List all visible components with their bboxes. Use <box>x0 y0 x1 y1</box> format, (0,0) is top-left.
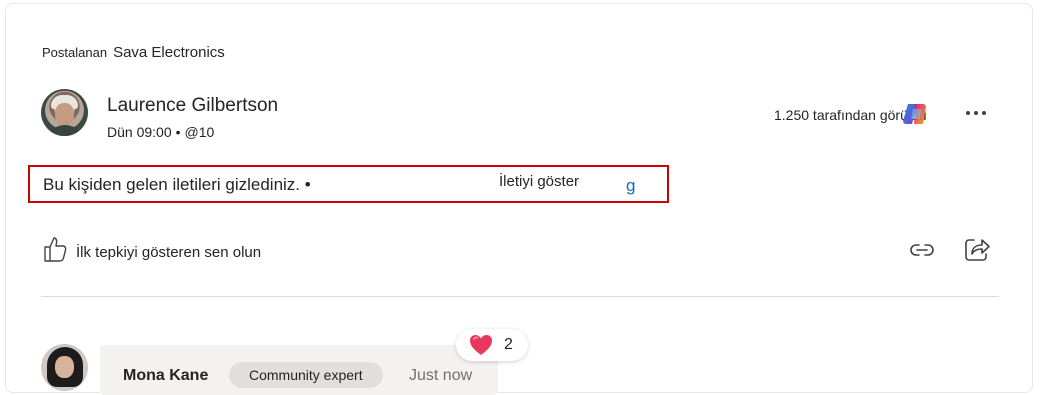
share-icon[interactable] <box>962 234 992 264</box>
community-expert-badge: Community expert <box>229 362 383 388</box>
copilot-icon[interactable] <box>902 100 930 128</box>
thumbs-up-icon <box>44 237 67 262</box>
divider <box>41 296 999 297</box>
reply-author-avatar[interactable] <box>41 344 88 391</box>
reply-time: Just now <box>409 367 473 384</box>
meta-separator: • <box>175 124 181 140</box>
heart-icon <box>470 335 492 355</box>
community-name[interactable]: Sava Electronics <box>113 44 225 61</box>
like-button[interactable]: İlk tepkiyi gösteren sen olun <box>42 235 261 263</box>
show-post-link[interactable]: İletiyi göster <box>499 173 579 190</box>
link-fragment: g <box>626 176 636 195</box>
reaction-count: 2 <box>504 336 513 353</box>
author-avatar[interactable] <box>41 89 88 136</box>
reaction-summary[interactable]: 2 <box>456 329 528 361</box>
posted-in: Postalanan Sava Electronics <box>42 44 225 61</box>
post-meta: Dün 09:00 • @10 <box>107 124 214 140</box>
author-name[interactable]: Laurence Gilbertson <box>107 95 278 117</box>
mention-count: @10 <box>184 124 215 140</box>
hidden-post-message: Bu kişiden gelen iletileri gizlediniz. • <box>43 175 311 194</box>
more-options-button[interactable] <box>962 101 990 125</box>
reply-author-name[interactable]: Mona Kane <box>123 367 208 385</box>
post-time: Dün 09:00 <box>107 124 172 140</box>
posted-in-label: Postalanan <box>42 45 108 60</box>
like-prompt: İlk tepkiyi gösteren sen olun <box>76 243 262 261</box>
link-icon[interactable] <box>908 236 936 264</box>
